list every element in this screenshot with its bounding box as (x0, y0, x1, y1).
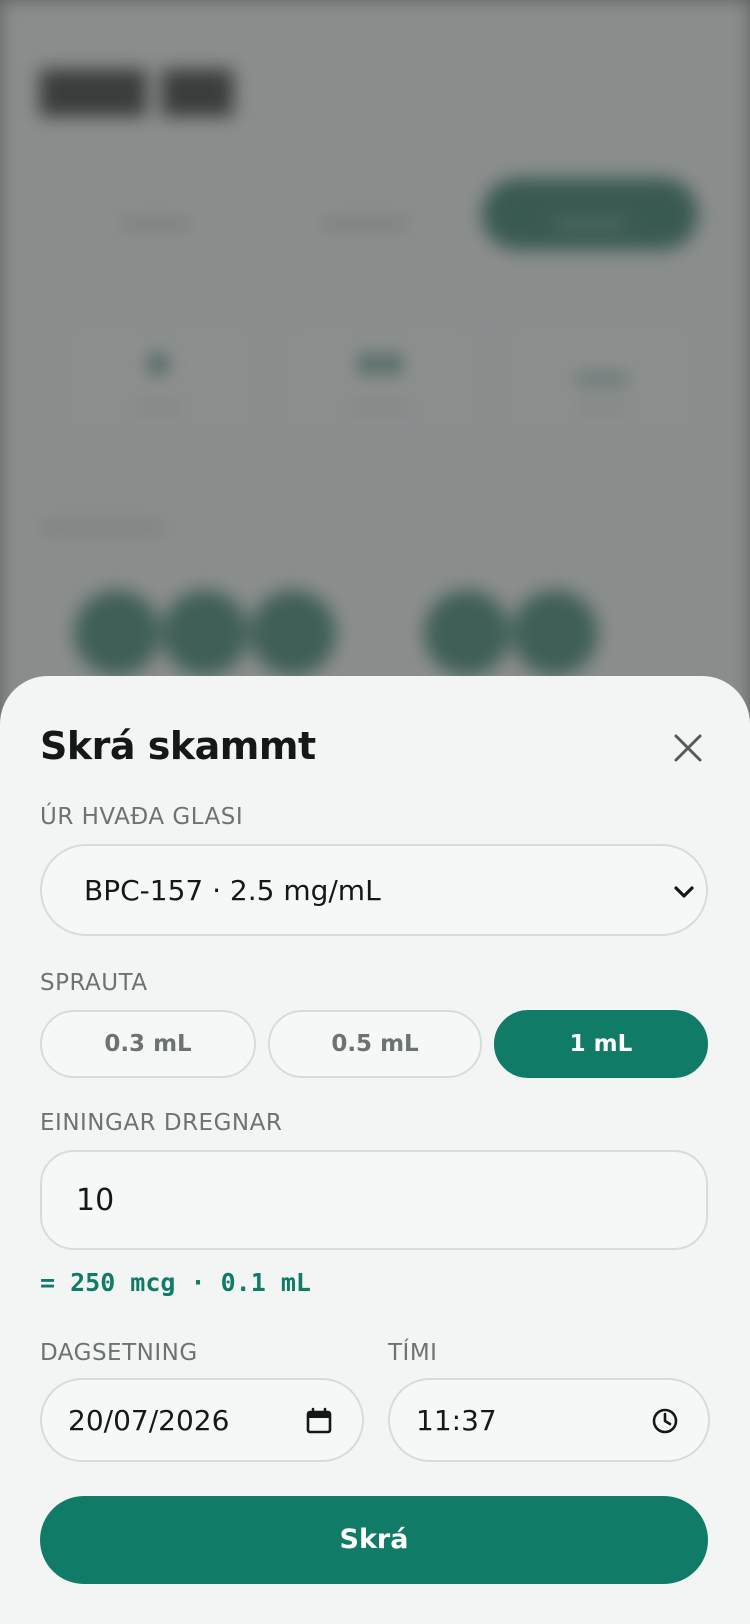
syringe-label: SPRAUTA (40, 970, 148, 996)
time-input-value: 11:37 (416, 1403, 497, 1437)
chevron-down-icon (674, 886, 694, 898)
vial-select-value: BPC-157 · 2.5 mg/mL (84, 873, 381, 907)
units-label: EININGAR DREGNAR (40, 1110, 283, 1136)
date-input-value: 20/07/2026 (68, 1403, 230, 1437)
units-input[interactable]: 10 (40, 1150, 708, 1250)
syringe-option-0-3ml[interactable]: 0.3 mL (40, 1010, 256, 1078)
date-input[interactable]: 20/07/2026 (40, 1378, 364, 1462)
vial-label: ÚR HVAÐA GLASI (40, 804, 244, 830)
units-input-value: 10 (76, 1182, 115, 1218)
syringe-option-1ml-selected[interactable]: 1 mL (494, 1010, 708, 1078)
syringe-option-0-5ml[interactable]: 0.5 mL (268, 1010, 482, 1078)
date-label: DAGSETNING (40, 1340, 198, 1366)
vial-select[interactable]: BPC-157 · 2.5 mg/mL (40, 844, 708, 936)
clock-icon[interactable] (650, 1406, 680, 1436)
calendar-icon[interactable] (304, 1406, 334, 1436)
sheet-title: Skrá skammt (40, 724, 316, 768)
time-input[interactable]: 11:37 (388, 1378, 710, 1462)
dose-calculation: = 250 mcg · 0.1 mL (40, 1268, 311, 1297)
close-button[interactable] (664, 724, 712, 772)
close-icon (674, 734, 702, 762)
submit-button[interactable]: Skrá (40, 1496, 708, 1584)
time-label: TÍMI (388, 1340, 438, 1366)
log-dose-sheet: Skrá skammt ÚR HVAÐA GLASI BPC-157 · 2.5… (0, 676, 750, 1624)
